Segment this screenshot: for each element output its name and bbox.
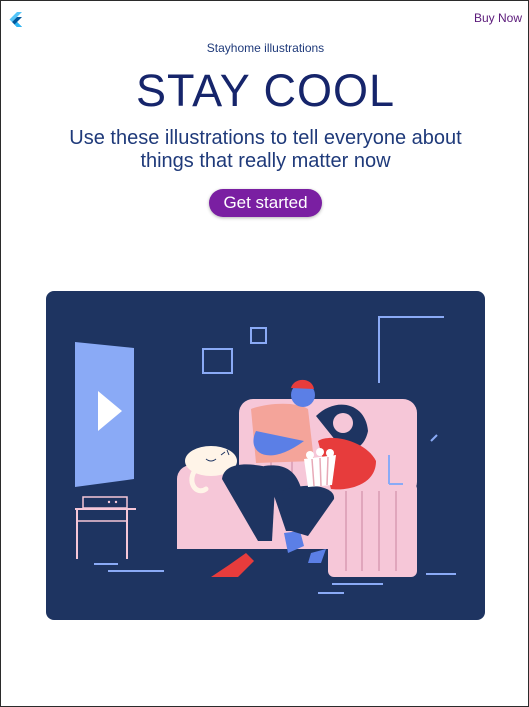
hero-subtitle: Use these illustrations to tell everyone… xyxy=(69,127,462,172)
eyebrow-text: Stayhome illustrations xyxy=(206,41,325,55)
page-title: STAY COOL xyxy=(135,65,396,116)
couple-watching-tv-illustration xyxy=(46,291,485,620)
buy-now-link[interactable]: Buy Now xyxy=(474,11,522,25)
flutter-logo-icon[interactable] xyxy=(8,12,24,32)
app-frame: Buy Now Stayhome illustrations STAY COOL… xyxy=(0,0,529,707)
get-started-button[interactable]: Get started xyxy=(209,189,322,217)
